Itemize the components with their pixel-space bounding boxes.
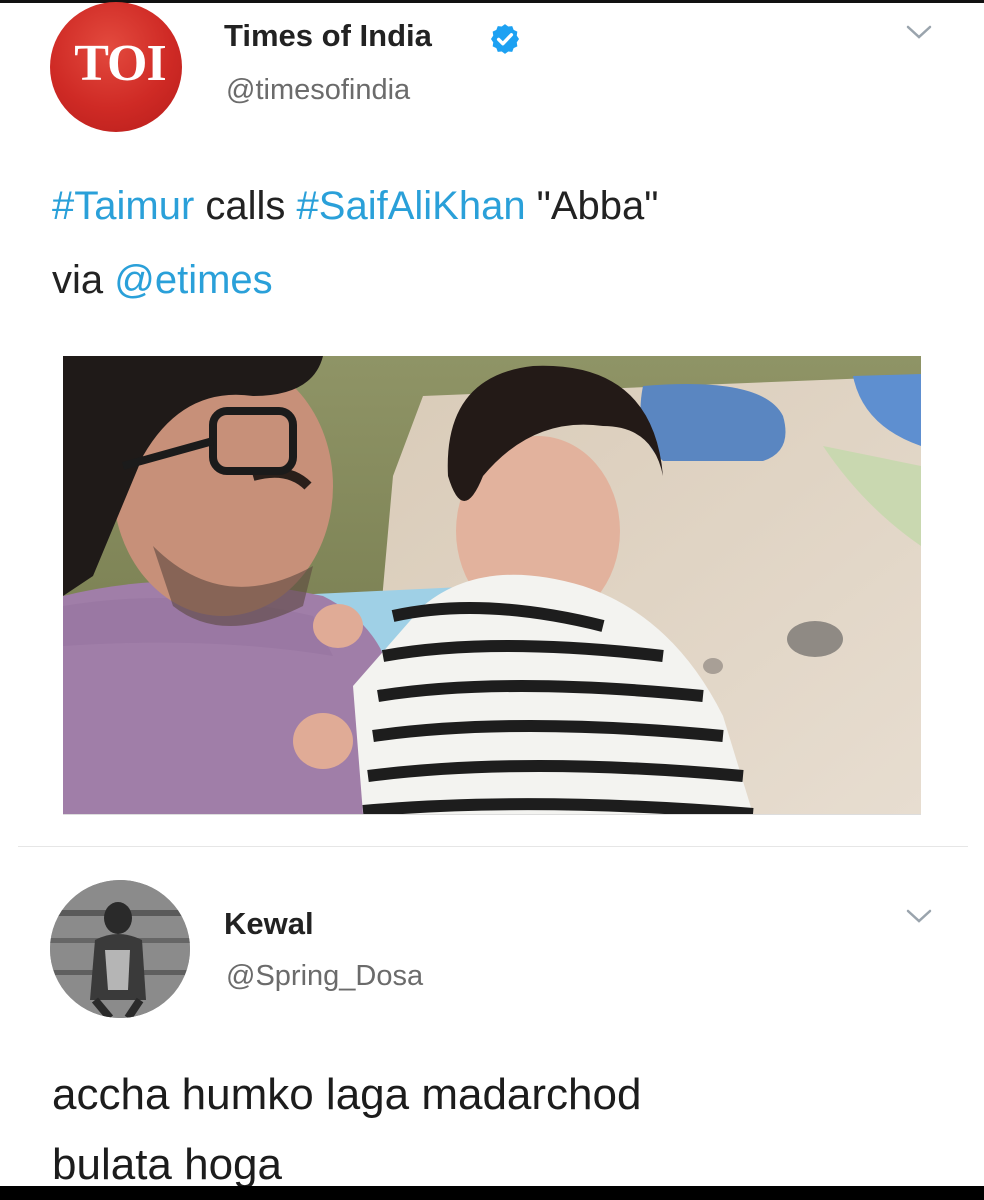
reply-author-handle[interactable]: @Spring_Dosa bbox=[226, 960, 423, 993]
chevron-down-icon[interactable] bbox=[906, 908, 932, 924]
tweet-text: calls bbox=[194, 184, 297, 228]
author-handle[interactable]: @timesofindia bbox=[226, 74, 410, 107]
author-name[interactable]: Times of India bbox=[224, 18, 432, 54]
tweet-text-line1: #Taimur calls #SaifAliKhan "Abba" bbox=[52, 178, 659, 234]
hashtag-link[interactable]: #SaifAliKhan bbox=[297, 184, 526, 228]
photo-illustration bbox=[63, 356, 921, 814]
divider bbox=[18, 846, 968, 847]
top-border bbox=[0, 0, 984, 3]
reply-author-name[interactable]: Kewal bbox=[224, 906, 314, 942]
twitter-screenshot: TOI Times of India @timesofindia #Taimur… bbox=[0, 0, 984, 1186]
tweet-text-line2: via @etimes bbox=[52, 252, 273, 308]
avatar-logo-text: TOI bbox=[74, 34, 166, 92]
hashtag-link[interactable]: #Taimur bbox=[52, 184, 194, 228]
tweet-text: via bbox=[52, 258, 115, 302]
verified-badge-icon bbox=[490, 24, 520, 54]
chevron-down-icon[interactable] bbox=[906, 24, 932, 40]
tweet-photo[interactable] bbox=[63, 356, 921, 815]
reply-text-line1: accha humko laga madarchod bbox=[52, 1070, 642, 1119]
avatar-image bbox=[50, 880, 190, 1018]
reply-text-line2: bulata hoga bbox=[52, 1140, 282, 1186]
kewal-avatar[interactable] bbox=[50, 880, 190, 1018]
toi-avatar[interactable]: TOI bbox=[50, 2, 182, 132]
mention-link[interactable]: @etimes bbox=[114, 258, 272, 302]
tweet-text: "Abba" bbox=[525, 184, 659, 228]
